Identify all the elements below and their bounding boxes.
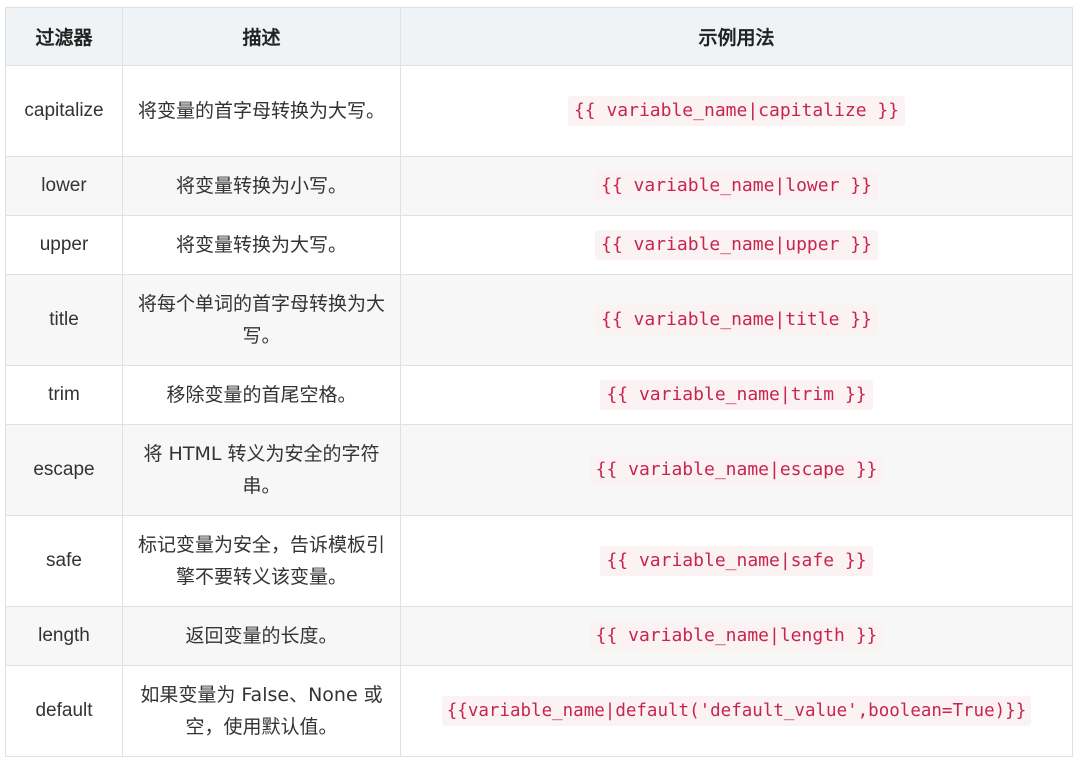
- filter-usage-cell: {{ variable_name|escape }}: [400, 424, 1073, 516]
- filter-usage-code: {{ variable_name|trim }}: [600, 380, 873, 410]
- table-header-row: 过滤器 描述 示例用法: [5, 7, 1073, 66]
- filter-name: trim: [5, 365, 123, 425]
- filter-usage-cell: {{ variable_name|lower }}: [400, 156, 1073, 216]
- filter-description: 如果变量为 False、None 或空，使用默认值。: [122, 665, 401, 757]
- filters-table: 过滤器 描述 示例用法 capitalize 将变量的首字母转换为大写。 {{ …: [5, 7, 1073, 757]
- filter-name: escape: [5, 424, 123, 516]
- header-usage: 示例用法: [400, 7, 1073, 66]
- filter-description: 将 HTML 转义为安全的字符串。: [122, 424, 401, 516]
- filter-usage-code: {{ variable_name|safe }}: [600, 546, 873, 576]
- filter-name: lower: [5, 156, 123, 216]
- filter-usage-code: {{ variable_name|upper }}: [595, 230, 878, 260]
- filter-usage-code: {{variable_name|default('default_value',…: [441, 696, 1032, 726]
- filter-usage-code: {{ variable_name|capitalize }}: [567, 96, 906, 126]
- filter-name: title: [5, 274, 123, 366]
- filter-usage-code: {{ variable_name|lower }}: [595, 171, 878, 201]
- filter-description: 将每个单词的首字母转换为大写。: [122, 274, 401, 366]
- filter-description: 移除变量的首尾空格。: [122, 365, 401, 425]
- filter-usage-code: {{ variable_name|title }}: [595, 305, 878, 335]
- filter-usage-cell: {{ variable_name|trim }}: [400, 365, 1073, 425]
- filter-name: length: [5, 606, 123, 666]
- filter-name: default: [5, 665, 123, 757]
- table-row: default 如果变量为 False、None 或空，使用默认值。 {{var…: [5, 665, 1073, 757]
- filter-usage-code: {{ variable_name|length }}: [589, 621, 884, 651]
- filter-usage-cell: {{ variable_name|title }}: [400, 274, 1073, 366]
- table-row: capitalize 将变量的首字母转换为大写。 {{ variable_nam…: [5, 65, 1073, 157]
- table-row: length 返回变量的长度。 {{ variable_name|length …: [5, 606, 1073, 666]
- filter-name: capitalize: [5, 65, 123, 157]
- table-row: escape 将 HTML 转义为安全的字符串。 {{ variable_nam…: [5, 424, 1073, 516]
- table-row: safe 标记变量为安全，告诉模板引擎不要转义该变量。 {{ variable_…: [5, 515, 1073, 607]
- filter-name: safe: [5, 515, 123, 607]
- filter-usage-code: {{ variable_name|escape }}: [589, 455, 884, 485]
- filter-description: 标记变量为安全，告诉模板引擎不要转义该变量。: [122, 515, 401, 607]
- table-row: trim 移除变量的首尾空格。 {{ variable_name|trim }}: [5, 365, 1073, 425]
- filter-description: 将变量的首字母转换为大写。: [122, 65, 401, 157]
- filter-usage-cell: {{ variable_name|length }}: [400, 606, 1073, 666]
- header-filter: 过滤器: [5, 7, 123, 66]
- header-description: 描述: [122, 7, 401, 66]
- filter-description: 返回变量的长度。: [122, 606, 401, 666]
- filter-name: upper: [5, 215, 123, 275]
- filter-usage-cell: {{ variable_name|upper }}: [400, 215, 1073, 275]
- table-row: upper 将变量转换为大写。 {{ variable_name|upper }…: [5, 215, 1073, 275]
- filter-description: 将变量转换为大写。: [122, 215, 401, 275]
- table-row: lower 将变量转换为小写。 {{ variable_name|lower }…: [5, 156, 1073, 216]
- filter-usage-cell: {{variable_name|default('default_value',…: [400, 665, 1073, 757]
- table-row: title 将每个单词的首字母转换为大写。 {{ variable_name|t…: [5, 274, 1073, 366]
- filter-usage-cell: {{ variable_name|safe }}: [400, 515, 1073, 607]
- filter-description: 将变量转换为小写。: [122, 156, 401, 216]
- filter-usage-cell: {{ variable_name|capitalize }}: [400, 65, 1073, 157]
